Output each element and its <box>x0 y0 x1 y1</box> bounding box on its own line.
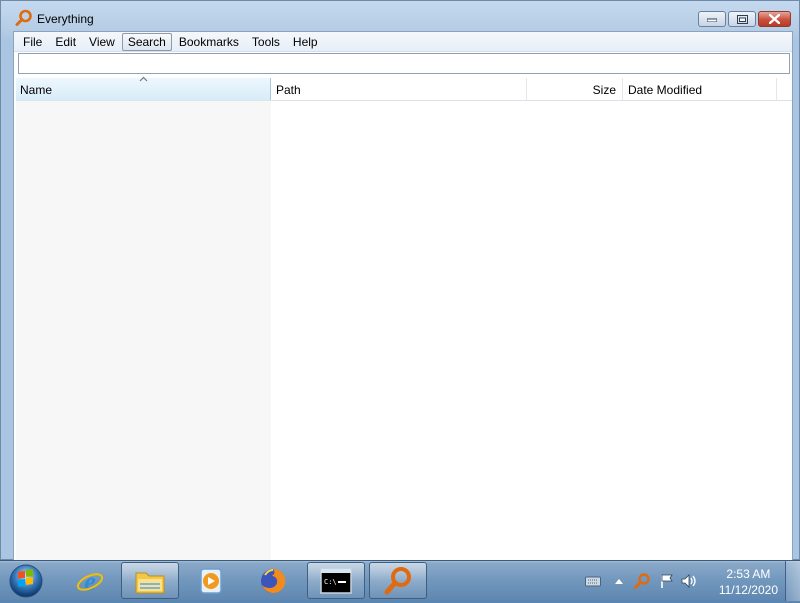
tray-action-center[interactable] <box>658 572 676 590</box>
column-header: Name Path Size Date Modified <box>16 76 792 101</box>
sort-ascending-icon <box>139 76 148 82</box>
system-tray: 2:53 AM 11/12/2020 <box>570 561 800 601</box>
column-size-label: Size <box>592 83 616 97</box>
column-header-filler <box>777 78 792 100</box>
column-size-header[interactable]: Size <box>527 78 623 100</box>
close-button[interactable] <box>758 11 791 27</box>
action-center-flag-icon <box>661 574 673 588</box>
results-list[interactable]: Name Path Size Date Modified <box>16 76 792 560</box>
taskbar-file-explorer[interactable] <box>121 562 179 599</box>
menu-search[interactable]: Search <box>121 32 172 51</box>
everything-tray-icon <box>634 573 650 589</box>
column-name-header[interactable]: Name <box>16 76 271 100</box>
tray-show-hidden[interactable] <box>610 572 628 590</box>
column-date-modified-label: Date Modified <box>628 83 703 97</box>
volume-icon <box>681 574 696 588</box>
everything-window: Everything File Edit View Search Bookmar… <box>0 0 800 561</box>
clock[interactable]: 2:53 AM 11/12/2020 <box>719 566 778 598</box>
keyboard-icon <box>585 576 601 587</box>
internet-explorer-icon: e <box>76 567 104 596</box>
svg-text:e: e <box>84 567 96 596</box>
menu-file[interactable]: File <box>17 33 48 51</box>
title-bar[interactable]: Everything <box>1 1 799 31</box>
tray-keyboard[interactable] <box>584 572 602 590</box>
taskbar: e C:\ 2:53 AM 11/12/2020 <box>0 560 800 601</box>
taskbar-firefox[interactable] <box>244 562 302 599</box>
show-desktop-button[interactable] <box>785 561 800 601</box>
search-input[interactable] <box>18 53 790 74</box>
menu-edit[interactable]: Edit <box>49 33 82 51</box>
taskbar-everything[interactable] <box>369 562 427 599</box>
minimize-button[interactable] <box>698 11 726 27</box>
menu-help[interactable]: Help <box>287 33 324 51</box>
tray-everything[interactable] <box>633 572 651 590</box>
windows-start-orb-icon <box>9 564 43 598</box>
menu-bookmarks[interactable]: Bookmarks <box>173 33 245 51</box>
tray-volume[interactable] <box>680 572 698 590</box>
menu-tools[interactable]: Tools <box>246 33 286 51</box>
close-icon <box>769 14 780 24</box>
column-path-label: Path <box>276 83 301 97</box>
restore-icon <box>736 14 748 24</box>
menu-view[interactable]: View <box>83 33 121 51</box>
search-box <box>18 53 790 74</box>
column-path-header[interactable]: Path <box>271 78 527 100</box>
minimize-icon <box>707 18 717 22</box>
menu-bar: File Edit View Search Bookmarks Tools He… <box>14 32 792 52</box>
client-area: File Edit View Search Bookmarks Tools He… <box>13 31 793 561</box>
taskbar-media-player[interactable] <box>182 562 240 599</box>
svg-text:C:\: C:\ <box>324 578 337 586</box>
clock-date: 11/12/2020 <box>718 583 778 597</box>
clock-time: 2:53 AM <box>726 567 771 581</box>
column-name-label: Name <box>20 83 53 97</box>
magnifier-icon <box>15 9 32 26</box>
media-player-icon <box>200 567 222 594</box>
show-hidden-icons-icon <box>615 579 623 584</box>
name-column-background <box>16 101 271 560</box>
taskbar-internet-explorer[interactable]: e <box>61 562 119 599</box>
everything-search-icon <box>384 566 411 594</box>
start-button[interactable] <box>6 562 46 600</box>
window-controls <box>696 11 791 27</box>
column-date-modified-header[interactable]: Date Modified <box>623 78 777 100</box>
firefox-icon <box>261 568 286 593</box>
taskbar-command-prompt[interactable]: C:\ <box>307 562 365 599</box>
window-title: Everything <box>37 12 94 26</box>
maximize-button[interactable] <box>728 11 756 27</box>
file-explorer-icon <box>135 572 165 593</box>
command-prompt-icon: C:\ <box>320 567 352 594</box>
